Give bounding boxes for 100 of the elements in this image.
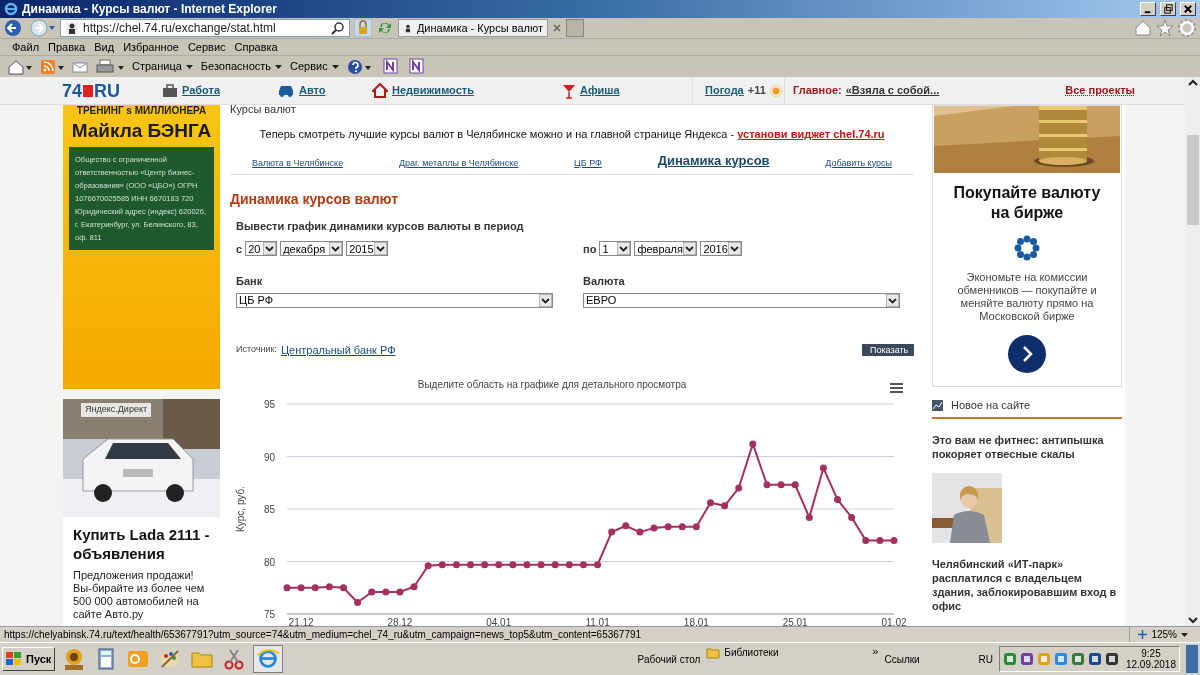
- scrollbar-thumb[interactable]: [1186, 135, 1199, 225]
- search-icon[interactable]: [331, 21, 345, 35]
- select-field[interactable]: ЕВРО: [583, 292, 900, 308]
- data-point[interactable]: [537, 561, 545, 569]
- weather-link[interactable]: Погода: [705, 82, 744, 99]
- data-point[interactable]: [707, 499, 714, 507]
- data-point[interactable]: [495, 561, 503, 569]
- data-point[interactable]: [791, 481, 799, 489]
- menu-item[interactable]: Избранное: [123, 38, 179, 56]
- data-point[interactable]: [890, 537, 898, 544]
- nav-tab[interactable]: Драг. металлы в Челябинске: [398, 156, 519, 170]
- data-point[interactable]: [410, 583, 418, 591]
- print-icon[interactable]: [96, 58, 124, 75]
- dropdown-arrow-icon[interactable]: [683, 242, 697, 256]
- menu-item[interactable]: Справка: [234, 38, 278, 56]
- scroll-down-icon[interactable]: [1187, 616, 1198, 624]
- data-point[interactable]: [876, 537, 884, 544]
- select-field[interactable]: 20: [245, 241, 278, 257]
- home-icon[interactable]: [8, 58, 32, 75]
- data-point[interactable]: [749, 440, 757, 448]
- site-logo[interactable]: 74 RU: [62, 81, 162, 100]
- mail-icon[interactable]: [72, 59, 88, 74]
- select-field[interactable]: 2016: [700, 241, 743, 257]
- data-point[interactable]: [382, 588, 390, 596]
- data-point[interactable]: [862, 537, 870, 544]
- language-indicator[interactable]: RU: [978, 651, 993, 667]
- command-button[interactable]: Страница: [132, 58, 193, 75]
- forward-button[interactable]: [30, 19, 56, 37]
- nav-tab[interactable]: Динамика курсов: [657, 150, 770, 170]
- data-point[interactable]: [622, 522, 630, 530]
- scroll-up-icon[interactable]: [1187, 79, 1198, 87]
- data-point[interactable]: [297, 584, 305, 592]
- widget-link[interactable]: установи виджет chel.74.ru: [737, 128, 885, 140]
- dropdown-arrow-icon[interactable]: [263, 242, 277, 256]
- dropdown-arrow-icon[interactable]: [539, 293, 552, 307]
- toolbar-label[interactable]: Ссылки: [884, 651, 973, 667]
- data-point[interactable]: [481, 561, 489, 569]
- data-point[interactable]: [678, 523, 686, 531]
- lock-icon[interactable]: [354, 19, 372, 37]
- data-point[interactable]: [721, 502, 729, 510]
- dropdown-arrow-icon[interactable]: [728, 242, 742, 256]
- nav-link[interactable]: Авто: [277, 82, 372, 99]
- select-field[interactable]: 2015: [346, 241, 389, 257]
- browser-tab[interactable]: Динамика - Курсы валют: [398, 19, 548, 37]
- menu-item[interactable]: Файл: [12, 38, 40, 56]
- nav-tab[interactable]: ЦБ РФ: [574, 156, 602, 170]
- data-point[interactable]: [283, 584, 291, 592]
- toolbar-link[interactable]: Библиотеки: [724, 645, 779, 660]
- data-point[interactable]: [650, 524, 658, 532]
- next-button[interactable]: [1008, 335, 1046, 373]
- select-field[interactable]: 1: [599, 241, 632, 257]
- select-field[interactable]: февраля: [634, 241, 698, 257]
- data-point[interactable]: [368, 588, 376, 596]
- help-icon[interactable]: [346, 58, 373, 75]
- ie-logo-icon[interactable]: [253, 645, 284, 673]
- nav-link[interactable]: Недвижимость: [372, 82, 562, 99]
- command-button[interactable]: Сервис: [290, 58, 339, 75]
- data-point[interactable]: [763, 481, 771, 489]
- data-point[interactable]: [467, 561, 474, 569]
- dropdown-arrow-icon[interactable]: [374, 242, 388, 256]
- menu-item[interactable]: Сервис: [187, 38, 226, 56]
- data-point[interactable]: [452, 561, 460, 569]
- data-point[interactable]: [692, 523, 700, 531]
- dropdown-arrow-icon[interactable]: [617, 242, 631, 256]
- data-point[interactable]: [735, 484, 743, 492]
- data-point[interactable]: [424, 562, 432, 570]
- data-point[interactable]: [565, 561, 573, 569]
- minimize-icon[interactable]: [1140, 2, 1156, 16]
- start-button[interactable]: Пуск: [2, 647, 56, 671]
- restore-icon[interactable]: [1160, 2, 1176, 16]
- news-link[interactable]: Челябинский «ИТ-парк» расплатился с владельцем здания, заблокировавшим вход в офис: [932, 556, 1122, 613]
- menu-item[interactable]: Вид: [94, 38, 115, 56]
- source-link[interactable]: Центральный банк РФ: [280, 341, 396, 358]
- data-point[interactable]: [805, 513, 813, 521]
- data-point[interactable]: [339, 584, 347, 592]
- nav-tab[interactable]: Валюта в Челябинске: [252, 156, 344, 170]
- data-point[interactable]: [777, 481, 785, 489]
- exchange-ad[interactable]: Покупайте валюту на бирже Экономьте на комиссии обменников — покупайте и меняйте валюту прямо на Московской бирже: [932, 105, 1122, 387]
- news-link[interactable]: Это вам не фитнес: антипышка покоряет отвесные скалы: [932, 432, 1122, 461]
- data-point[interactable]: [636, 528, 644, 536]
- menu-icon[interactable]: [890, 383, 903, 393]
- ad-title[interactable]: Купить Lada 2111 - объявления: [63, 525, 220, 563]
- nav-tab[interactable]: Добавить курсы: [825, 156, 892, 170]
- data-point[interactable]: [438, 561, 446, 569]
- nav-link[interactable]: Афиша: [562, 82, 692, 99]
- all-projects-link[interactable]: Все проекты: [1065, 82, 1135, 99]
- nav-link[interactable]: Работа: [162, 82, 277, 99]
- dropdown-arrow-icon[interactable]: [329, 242, 343, 256]
- data-point[interactable]: [551, 561, 559, 569]
- data-point[interactable]: [396, 588, 404, 596]
- chevron-button[interactable]: »: [872, 643, 879, 660]
- data-point[interactable]: [325, 583, 333, 591]
- address-field[interactable]: https://chel.74.ru/exchange/stat.html: [60, 19, 350, 37]
- scrollbar[interactable]: [1185, 77, 1200, 626]
- dropdown-arrow-icon[interactable]: [886, 293, 899, 307]
- command-button[interactable]: Безопасность: [200, 58, 283, 75]
- data-point[interactable]: [523, 561, 531, 569]
- select-field[interactable]: декабря: [280, 241, 344, 257]
- banner-ad[interactable]: [63, 105, 220, 389]
- headline-link[interactable]: «Взяла с собой...: [845, 82, 940, 99]
